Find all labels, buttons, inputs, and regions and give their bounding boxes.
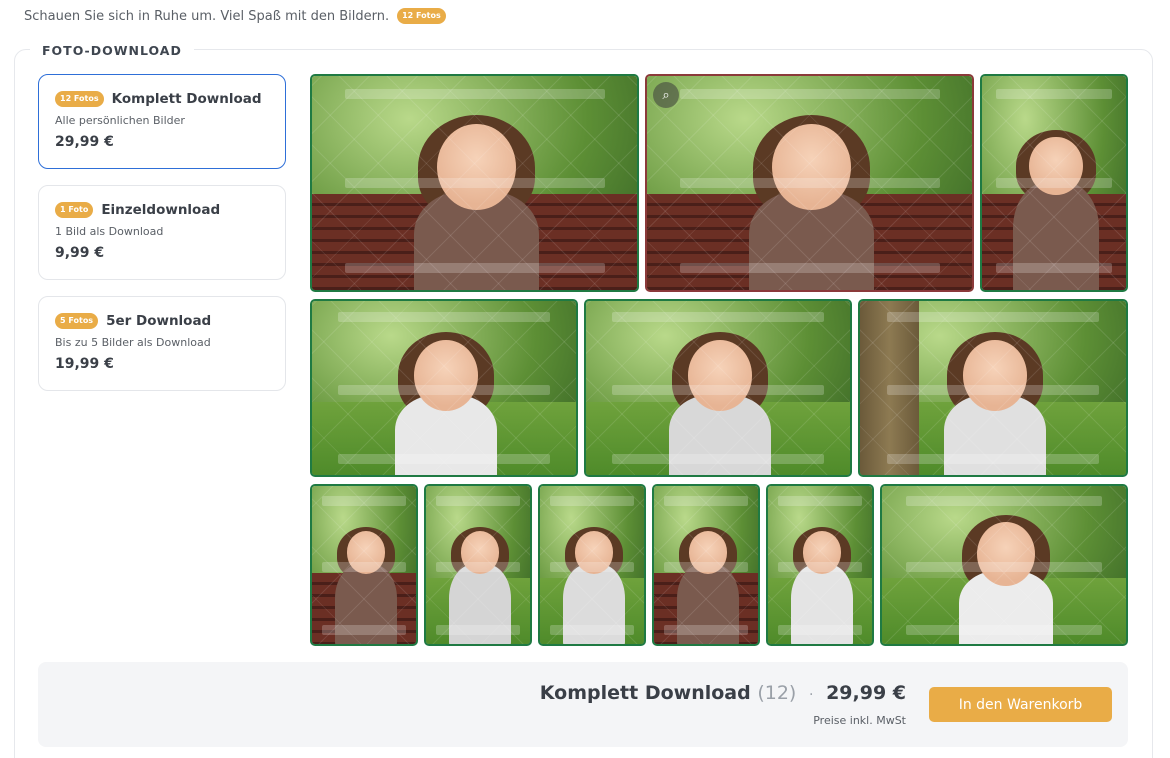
photo-1[interactable] — [310, 74, 639, 292]
watermark-text — [322, 625, 406, 636]
watermark-text — [679, 89, 940, 100]
watermark-text — [886, 454, 1100, 465]
option-price: 9,99 € — [55, 245, 105, 261]
price-note: Preise inkl. MwSt — [813, 714, 906, 727]
watermark-text — [778, 562, 862, 573]
photo-8[interactable] — [424, 484, 532, 646]
photo-11[interactable] — [766, 484, 874, 646]
watermark-text — [996, 89, 1112, 100]
option-price: 29,99 € — [55, 134, 114, 150]
watermark-text — [664, 562, 748, 573]
summary-count: (12) — [757, 682, 797, 704]
photo-2[interactable]: ⌕ — [645, 74, 974, 292]
watermark-text — [679, 178, 940, 189]
photo-count-badge: 12 Fotos — [397, 8, 446, 24]
add-to-cart-button[interactable]: In den Warenkorb — [929, 687, 1112, 722]
watermark-text — [679, 263, 940, 274]
watermark-text — [550, 562, 634, 573]
watermark-text — [906, 495, 1102, 506]
watermark-text — [996, 178, 1112, 189]
photo-3[interactable] — [980, 74, 1128, 292]
watermark-text — [344, 263, 605, 274]
watermark-text — [338, 454, 550, 465]
watermark-text — [664, 495, 748, 506]
watermark-text — [338, 311, 550, 322]
intro-text: Schauen Sie sich in Ruhe um. Viel Spaß m… — [24, 8, 390, 24]
watermark-text — [322, 562, 406, 573]
watermark-text — [344, 178, 605, 189]
summary-bar: Komplett Download (12) · 29,99 € Preise … — [38, 662, 1128, 747]
watermark-text — [906, 625, 1102, 636]
option-komplett-download[interactable]: 12 Fotos Komplett Download Alle persönli… — [38, 74, 286, 169]
option-title: Komplett Download — [111, 91, 262, 107]
option-description: Bis zu 5 Bilder als Download — [55, 336, 211, 349]
watermark-text — [612, 384, 824, 395]
magnifier-icon[interactable]: ⌕ — [653, 82, 679, 108]
watermark-text — [778, 625, 862, 636]
watermark-text — [664, 625, 748, 636]
photo-12[interactable] — [880, 484, 1128, 646]
watermark-text — [338, 384, 550, 395]
summary-separator: · — [808, 687, 814, 703]
photo-6[interactable] — [858, 299, 1128, 477]
option-price: 19,99 € — [55, 356, 114, 372]
option-einzeldownload[interactable]: 1 Foto Einzeldownload 1 Bild als Downloa… — [38, 185, 286, 280]
watermark-text — [550, 495, 634, 506]
option-badge: 1 Foto — [55, 202, 94, 218]
watermark-text — [322, 495, 406, 506]
option-badge: 12 Fotos — [55, 91, 104, 107]
photo-7[interactable] — [310, 484, 418, 646]
photo-9[interactable] — [538, 484, 646, 646]
photo-4[interactable] — [310, 299, 578, 477]
watermark-text — [886, 384, 1100, 395]
option-description: 1 Bild als Download — [55, 225, 164, 238]
intro-line: Schauen Sie sich in Ruhe um. Viel Spaß m… — [24, 6, 446, 26]
watermark-text — [996, 263, 1112, 274]
watermark-text — [906, 562, 1102, 573]
option-badge: 5 Fotos — [55, 313, 99, 329]
option-description: Alle persönlichen Bilder — [55, 114, 185, 127]
watermark-text — [436, 625, 520, 636]
summary-package: Komplett Download — [539, 682, 751, 704]
option-title: Einzeldownload — [101, 202, 221, 218]
summary-price: 29,99 € — [826, 682, 906, 704]
summary-title: Komplett Download (12) · 29,99 € — [540, 682, 906, 704]
watermark-text — [612, 454, 824, 465]
watermark-text — [436, 562, 520, 573]
photo-5[interactable] — [584, 299, 852, 477]
watermark-text — [612, 311, 824, 322]
watermark-text — [344, 89, 605, 100]
watermark-text — [436, 495, 520, 506]
watermark-text — [550, 625, 634, 636]
option-title: 5er Download — [106, 313, 212, 329]
photo-10[interactable] — [652, 484, 760, 646]
watermark-text — [778, 495, 862, 506]
option-5er-download[interactable]: 5 Fotos 5er Download Bis zu 5 Bilder als… — [38, 296, 286, 391]
watermark-text — [886, 311, 1100, 322]
section-legend: FOTO-DOWNLOAD — [30, 42, 194, 60]
